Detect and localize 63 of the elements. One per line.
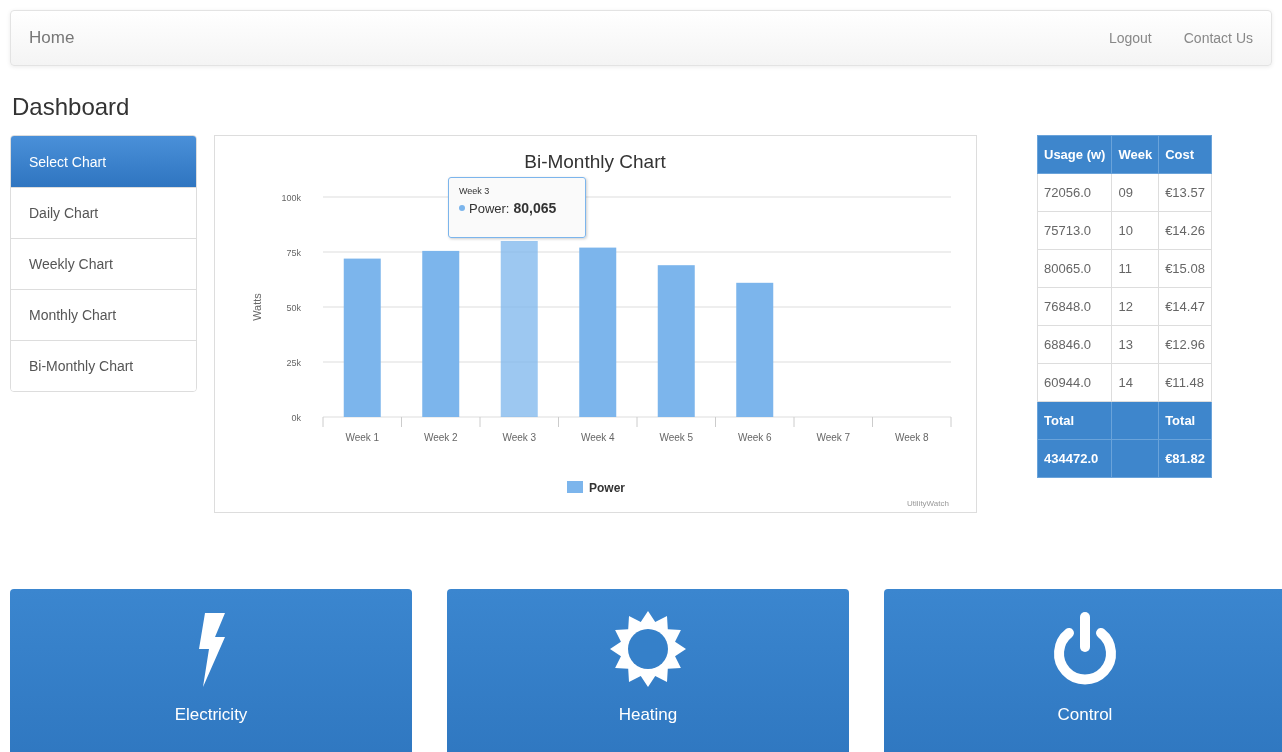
table-cell: 11 <box>1111 249 1159 288</box>
footer-cell: €81.82 <box>1158 439 1212 478</box>
nav-link[interactable]: Contact Us <box>1183 30 1253 46</box>
column-header: Week <box>1111 135 1159 174</box>
tooltip-series: Power: <box>469 200 510 216</box>
y-tick-label: 75k <box>286 248 301 258</box>
legend-swatch <box>567 481 583 493</box>
y-tick-label: 0k <box>291 413 301 423</box>
footer-cell: Total <box>1158 401 1212 440</box>
sidebar-item[interactable]: Bi-Monthly Chart <box>11 340 196 391</box>
table-cell: 13 <box>1111 325 1159 364</box>
x-tick-label: Week 4 <box>580 432 615 443</box>
y-tick-label: 50k <box>286 303 301 313</box>
tile-button[interactable]: Electricity <box>10 589 412 752</box>
footer-cell: 434472.0 <box>1037 439 1112 478</box>
table-cell: €14.26 <box>1158 211 1212 250</box>
x-tick-label: Week 1 <box>345 432 380 443</box>
table-cell: 68846.0 <box>1037 325 1112 364</box>
x-tick-label: Week 3 <box>502 432 537 443</box>
table-cell: 76848.0 <box>1037 287 1112 326</box>
sun-icon <box>608 609 688 689</box>
x-tick-label: Week 7 <box>816 432 851 443</box>
x-tick-label: Week 2 <box>423 432 458 443</box>
bar[interactable] <box>343 258 381 417</box>
y-axis-label: Watts <box>251 293 263 321</box>
bar[interactable] <box>579 247 617 417</box>
table-cell: €11.48 <box>1158 363 1212 402</box>
y-tick-label: 25k <box>286 358 301 368</box>
table-cell: €12.96 <box>1158 325 1212 364</box>
page-title: Dashboard <box>12 93 131 122</box>
table-cell: 75713.0 <box>1037 211 1112 250</box>
tile-button[interactable]: Heating <box>447 589 849 752</box>
table-cell: 80065.0 <box>1037 249 1112 288</box>
column-header: Usage (w) <box>1037 135 1112 174</box>
table-cell: €14.47 <box>1158 287 1212 326</box>
table-cell: €15.08 <box>1158 249 1212 288</box>
table-cell: 12 <box>1111 287 1159 326</box>
column-header: Cost <box>1158 135 1212 174</box>
chart-title: Bi-Monthly Chart <box>524 151 666 172</box>
table-cell: 09 <box>1111 173 1159 212</box>
y-tick-label: 100k <box>281 193 301 203</box>
bar[interactable] <box>500 241 538 417</box>
table-cell: 14 <box>1111 363 1159 402</box>
table-cell: €13.57 <box>1158 173 1212 212</box>
footer-cell: Total <box>1037 401 1112 440</box>
bar[interactable] <box>736 282 774 417</box>
series-dot <box>459 205 465 211</box>
bar[interactable] <box>657 265 695 417</box>
table-cell: 10 <box>1111 211 1159 250</box>
nav-link[interactable]: Logout <box>1108 30 1152 46</box>
tooltip-value: 80,065 <box>513 200 557 216</box>
table-cell: 72056.0 <box>1037 173 1112 212</box>
x-tick-label: Week 6 <box>737 432 772 443</box>
table-cell: 60944.0 <box>1037 363 1112 402</box>
x-tick-label: Week 8 <box>894 432 929 443</box>
home-link[interactable]: Home <box>29 28 1109 48</box>
x-tick-label: Week 5 <box>659 432 694 443</box>
legend-label[interactable]: Power <box>589 481 625 495</box>
tooltip-title: Week 3 <box>459 186 491 196</box>
tile-button[interactable]: Control <box>884 589 1282 752</box>
chart-credit[interactable]: UtilityWatch <box>907 499 949 508</box>
bar[interactable] <box>422 250 460 417</box>
sidebar-item[interactable]: Select Chart <box>11 136 196 187</box>
